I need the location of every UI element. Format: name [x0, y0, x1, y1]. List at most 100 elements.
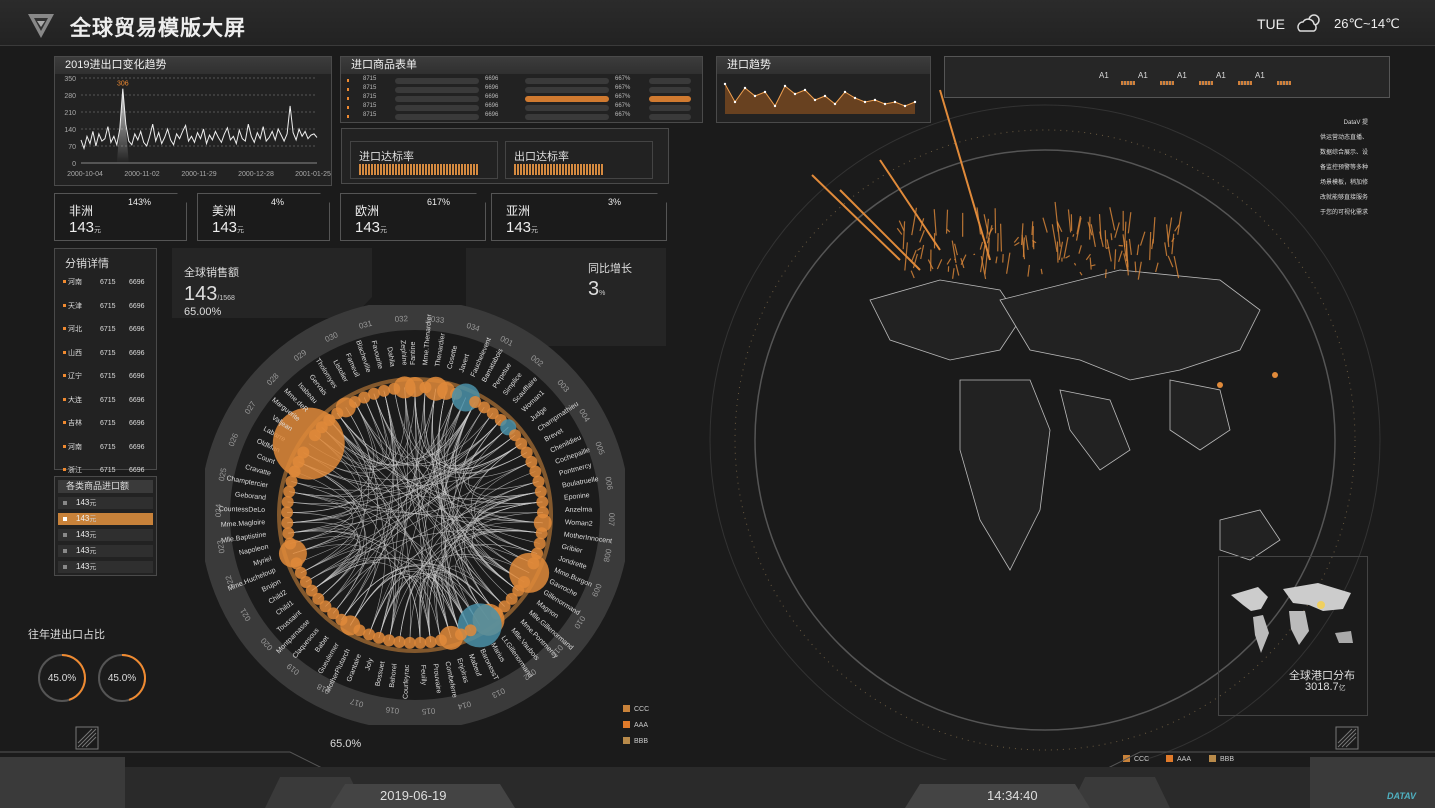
trend-y-tick: 140 — [64, 127, 76, 134]
continent-card: 亚洲 3% 143元 — [491, 193, 667, 241]
row-marker-icon — [63, 444, 66, 448]
continent-unit: 元 — [237, 227, 245, 234]
distribution-row: 河北 6715 6696 — [63, 324, 153, 334]
distribution-row: 大连 6715 6696 — [63, 395, 153, 405]
import-rate-box: 进口达标率 — [350, 141, 498, 179]
trend-y-tick: 350 — [64, 76, 76, 83]
chord-node-label: Feuilly — [419, 665, 427, 686]
import-table-panel: 进口商品表单 8715 6696 667% 8715 6696 667% 8715 6696 6… — [340, 56, 703, 123]
continent-card: 美洲 4% 143元 — [197, 193, 330, 241]
import-amount-item[interactable]: 143元 — [58, 497, 153, 509]
import-amount-item[interactable]: 143元 — [58, 513, 153, 525]
chord-node-label: Thenardier — [434, 332, 447, 367]
chord-node — [281, 516, 294, 529]
chord-node-label: Champtercier — [226, 475, 269, 490]
right-top-bar: A1 A1 A1 A1 A1 — [944, 56, 1390, 98]
trend-x-tick: 2000-12-28 — [238, 171, 274, 178]
distribution-row: 吉林 6715 6696 — [63, 418, 153, 428]
continent-unit: 元 — [94, 227, 102, 234]
trend-peak-label: 306 — [117, 81, 129, 88]
page-title: 全球贸易模版大屏 — [70, 17, 246, 40]
row-marker-icon — [63, 374, 66, 377]
a1-label: A1 — [1099, 71, 1109, 80]
chord-node-label: Zephine — [399, 340, 408, 366]
row-marker-icon — [63, 327, 66, 330]
a1-bar — [1199, 81, 1213, 85]
footer-frame — [0, 726, 1435, 808]
trend-peak-area — [116, 88, 129, 163]
import-amount-panel: 各类商品进口额 143元 143元 143元 143元 143元 — [54, 476, 157, 576]
chord-node-label: Pontmercy — [558, 462, 593, 478]
distribution-cell-b: 6696 — [129, 326, 145, 333]
import-rate-label: 进口达标率 — [359, 151, 414, 163]
import-amount-item[interactable]: 143元 — [58, 545, 153, 557]
chord-node-label: Cravatte — [244, 464, 271, 478]
chord-node — [534, 485, 547, 498]
globe-data-spike — [1134, 261, 1137, 273]
brand-logo: DATAV — [1387, 791, 1416, 801]
chord-node-label: Joly — [364, 657, 374, 671]
chord-node-label: Gribier — [561, 544, 584, 556]
globe-data-spike — [988, 237, 990, 253]
chord-node-label: CountessDeLo — [219, 506, 266, 514]
distribution-cell-region: 山西 — [68, 349, 82, 357]
distribution-row: 河南 6715 6696 — [63, 442, 153, 452]
chord-node — [281, 506, 294, 519]
amount-value: 143 — [76, 498, 90, 507]
globe-data-spike — [1056, 241, 1059, 263]
continent-number: 143 — [355, 219, 381, 236]
trend-panel: 2019进出口变化趋势 350 280 210 140 70 0 306 2000-10-04… — [54, 56, 332, 186]
chord-node — [393, 376, 416, 399]
trend-y-tick: 70 — [68, 144, 76, 151]
globe-hotspot — [1217, 382, 1223, 388]
a1-bar — [1121, 81, 1135, 85]
import-amount-item[interactable]: 143元 — [58, 529, 153, 541]
ratio-left-value: 45.0% — [47, 673, 77, 684]
distribution-cell-b: 6696 — [129, 467, 145, 474]
chord-node-label: Mabeuf — [467, 653, 482, 677]
ratio-right-value: 45.0% — [107, 673, 137, 684]
header-bar: 全球贸易模版大屏 TUE 26℃~14℃ — [0, 0, 1435, 46]
chord-sector-number: 007 — [607, 513, 616, 527]
continent-unit: 元 — [531, 227, 539, 234]
chord-sector-number: 032 — [394, 314, 408, 324]
sales-label: 全球销售额 — [184, 267, 239, 279]
globe-hotspot — [1272, 372, 1278, 378]
import-bar — [395, 96, 479, 102]
distribution-cell-a: 6715 — [100, 443, 116, 451]
continent-value: 143元 — [506, 219, 538, 236]
row-marker-icon — [347, 97, 349, 100]
distribution-panel: 分销详情 河南 6715 6696 天津 6715 6696 河北 6715 6696 山西 671… — [54, 248, 157, 474]
trend-series-line — [80, 88, 318, 151]
chord-legend-item: CCC — [623, 705, 649, 713]
distribution-cell-a: 6715 — [100, 326, 116, 333]
distribution-title: 分销详情 — [65, 258, 109, 270]
distribution-cell-b: 6696 — [129, 396, 145, 404]
yoy-label: 同比增长 — [588, 263, 632, 275]
distribution-cell-b: 6696 — [129, 420, 145, 427]
temperature-label: 26℃~14℃ — [1334, 16, 1400, 31]
trend-y-tick: 280 — [64, 93, 76, 100]
right-info-line: 数据综合展示、设 — [1319, 150, 1368, 156]
right-info-line: 供运营动态直播、 — [1319, 135, 1368, 141]
import-bar — [649, 105, 691, 111]
import-bar — [395, 105, 479, 111]
partly-cloudy-icon — [1297, 14, 1320, 32]
chord-node-label: Count — [256, 453, 276, 466]
chord-node-label: Boulatruelle — [562, 476, 600, 490]
row-marker-icon — [63, 397, 66, 401]
import-cell-a: 8715 — [363, 112, 377, 118]
import-amount-item[interactable]: 143元 — [58, 561, 153, 573]
amount-value: 143 — [76, 530, 90, 539]
trend-x-tick: 2000-10-04 — [67, 171, 103, 178]
import-bar — [395, 87, 479, 93]
distribution-cell-a: 6715 — [100, 467, 116, 474]
import-cell-c: 667% — [615, 112, 631, 118]
chord-node-label: Courfeyrac — [402, 664, 410, 699]
row-marker-icon — [347, 88, 349, 91]
import-amount-title: 各类商品进口额 — [58, 480, 153, 493]
trend-x-tick: 2000-11-29 — [181, 171, 216, 178]
globe-data-spike — [1110, 233, 1113, 241]
trend-line-chart: 350 280 210 140 70 0 306 2000-10-04 2000-11-02 20… — [64, 76, 331, 178]
amount-value: 143 — [76, 514, 90, 523]
